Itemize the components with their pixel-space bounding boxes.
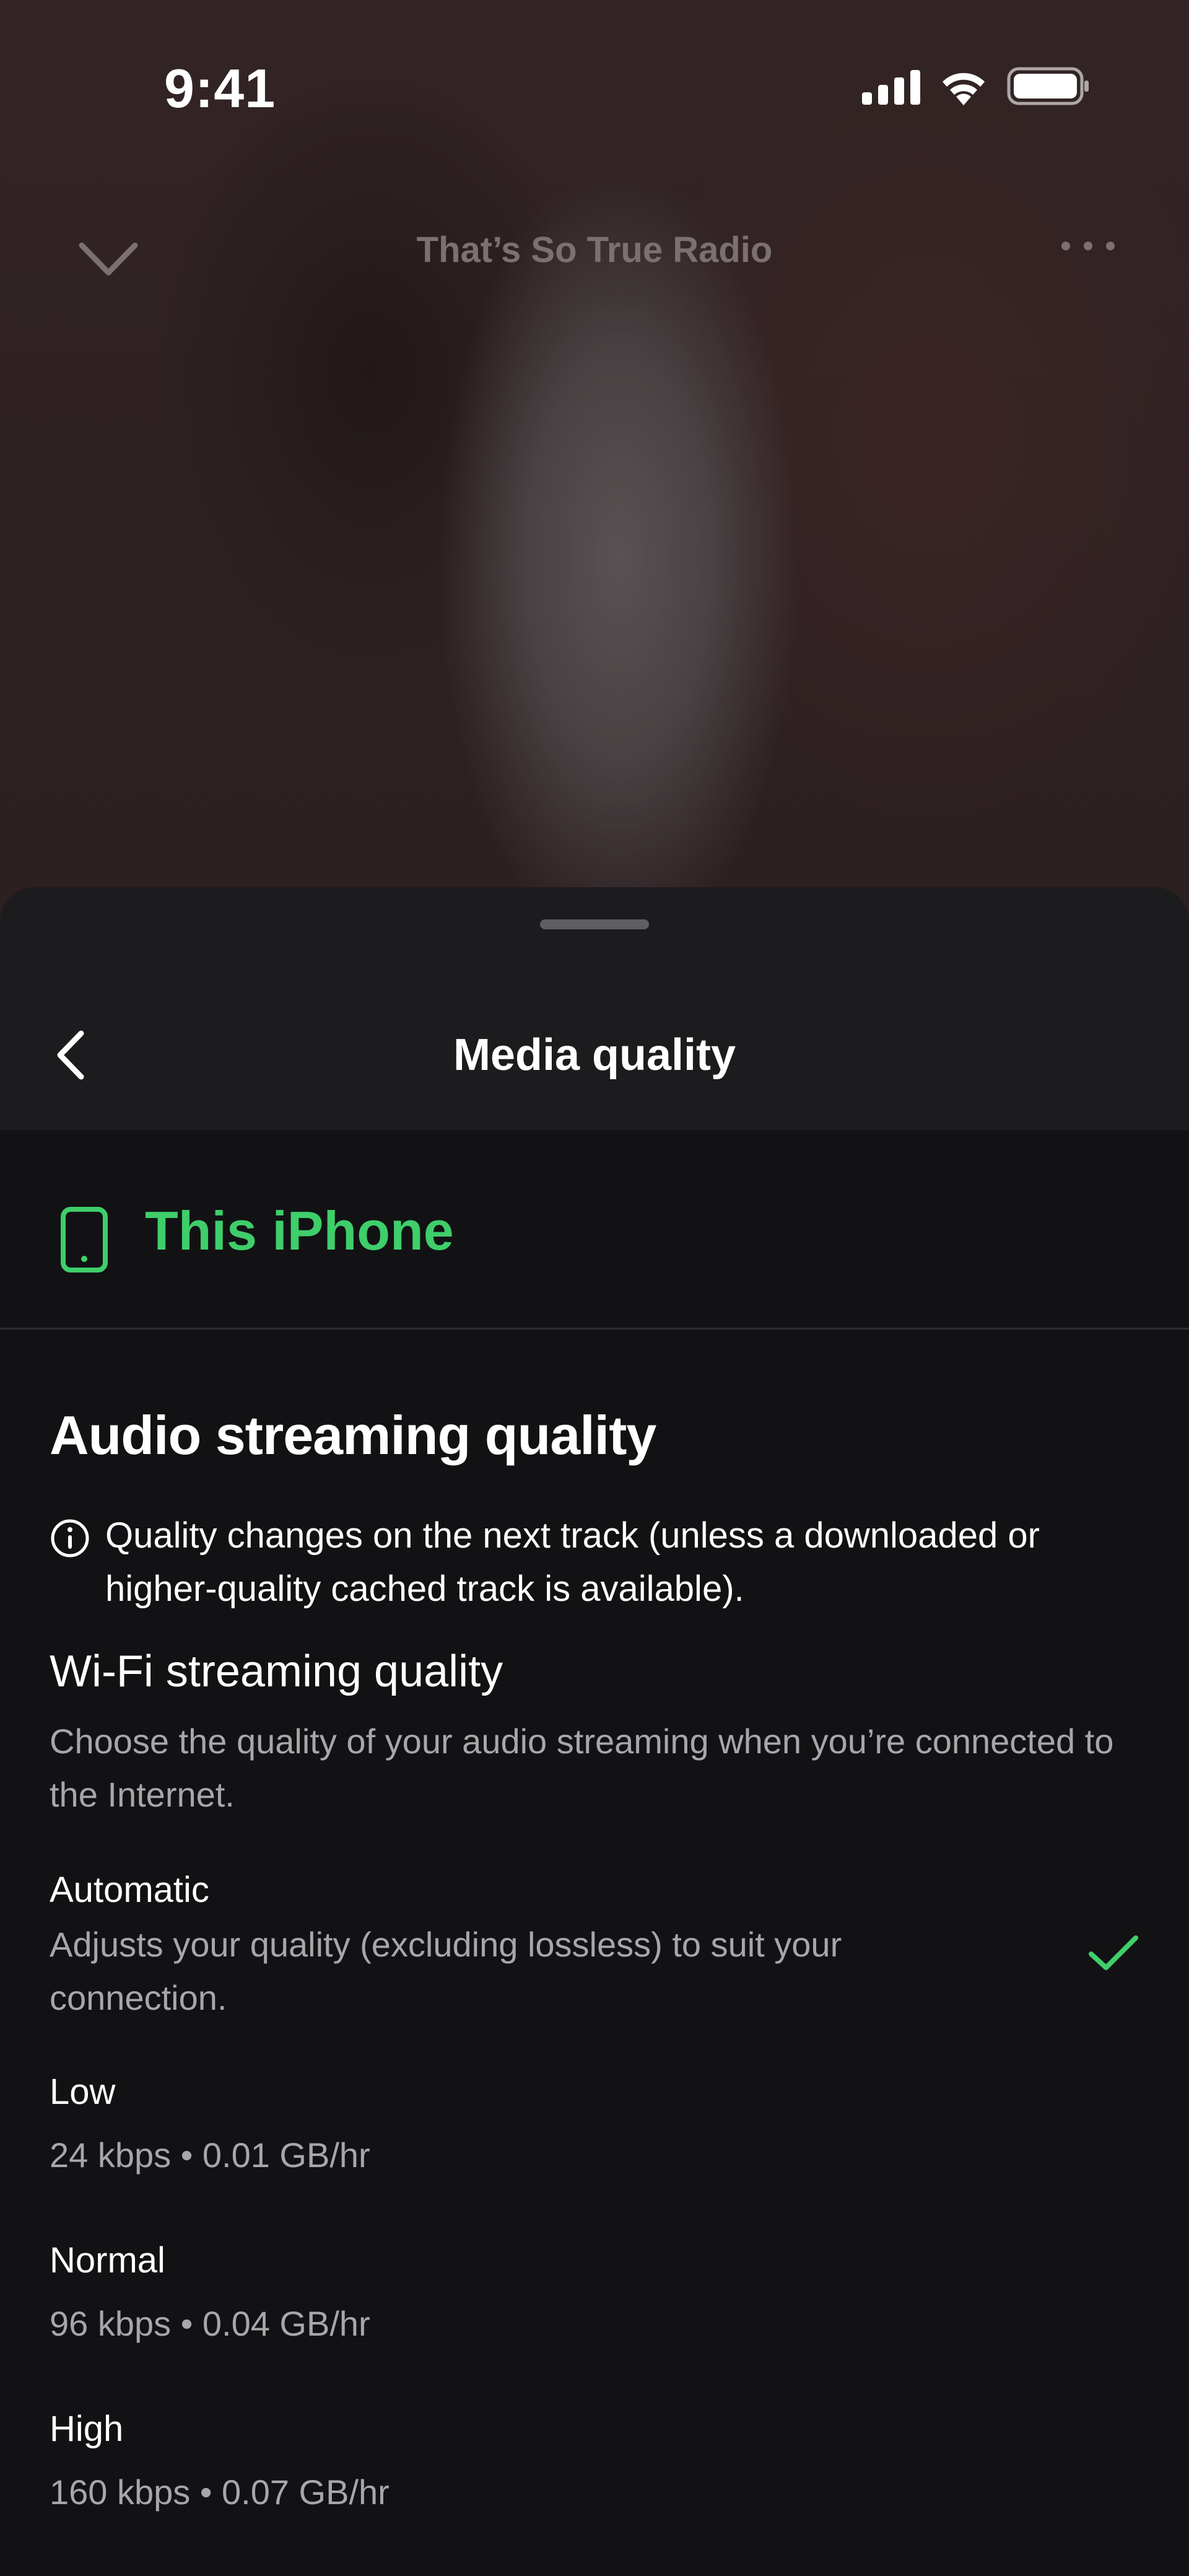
quality-option-high[interactable]: High 160 kbps • 0.07 GB/hr [50, 2401, 1139, 2519]
wifi-quality-heading: Wi-Fi streaming quality [50, 1647, 503, 1696]
sheet-grabber-area[interactable] [0, 887, 1189, 962]
quality-option-automatic[interactable]: Automatic Adjusts your quality (excludin… [50, 1862, 1139, 2025]
sheet-header: Media quality [0, 962, 1189, 1130]
sheet-grabber[interactable] [540, 919, 649, 929]
quality-option-normal[interactable]: Normal 96 kbps • 0.04 GB/hr [50, 2233, 1139, 2350]
audio-streaming-section: Audio streaming quality Quality changes … [50, 1401, 1139, 2519]
sheet-title: Media quality [453, 1030, 736, 1080]
option-label: Normal [50, 2240, 165, 2280]
wifi-quality-description: Choose the quality of your audio streami… [50, 1722, 1114, 1814]
media-quality-sheet: Media quality This iPhone Audio streamin… [0, 887, 1189, 2576]
more-horizontal-icon[interactable] [1061, 242, 1115, 250]
device-label: This iPhone [145, 1200, 454, 1261]
quality-option-low[interactable]: Low 24 kbps • 0.01 GB/hr [50, 2064, 1139, 2182]
check-icon [1087, 1933, 1139, 1976]
option-description: 96 kbps • 0.04 GB/hr [50, 2304, 370, 2343]
now-playing-header: That’s So True Radio [0, 211, 1189, 297]
info-note: Quality changes on the next track (unles… [50, 1509, 1139, 1616]
status-icons [862, 67, 1090, 105]
info-text: Quality changes on the next track (unles… [105, 1515, 1040, 1609]
section-title: Audio streaming quality [50, 1404, 656, 1466]
option-description: 24 kbps • 0.01 GB/hr [50, 2136, 370, 2175]
battery-icon [1007, 67, 1090, 105]
wifi-icon [938, 67, 990, 105]
device-row[interactable]: This iPhone [0, 1130, 1189, 1330]
option-description: 160 kbps • 0.07 GB/hr [50, 2473, 390, 2512]
option-label: Low [50, 2072, 116, 2112]
option-label: Automatic [50, 1870, 209, 1910]
option-description: Adjusts your quality (excluding lossless… [50, 1925, 842, 2017]
status-time: 9:41 [164, 58, 276, 119]
option-label: High [50, 2409, 124, 2449]
info-icon [51, 1519, 89, 1557]
phone-icon [59, 1207, 109, 1276]
now-playing-title[interactable]: That’s So True Radio [0, 229, 1189, 271]
status-bar: 9:41 [0, 0, 1189, 173]
cellular-signal-icon [862, 68, 920, 105]
